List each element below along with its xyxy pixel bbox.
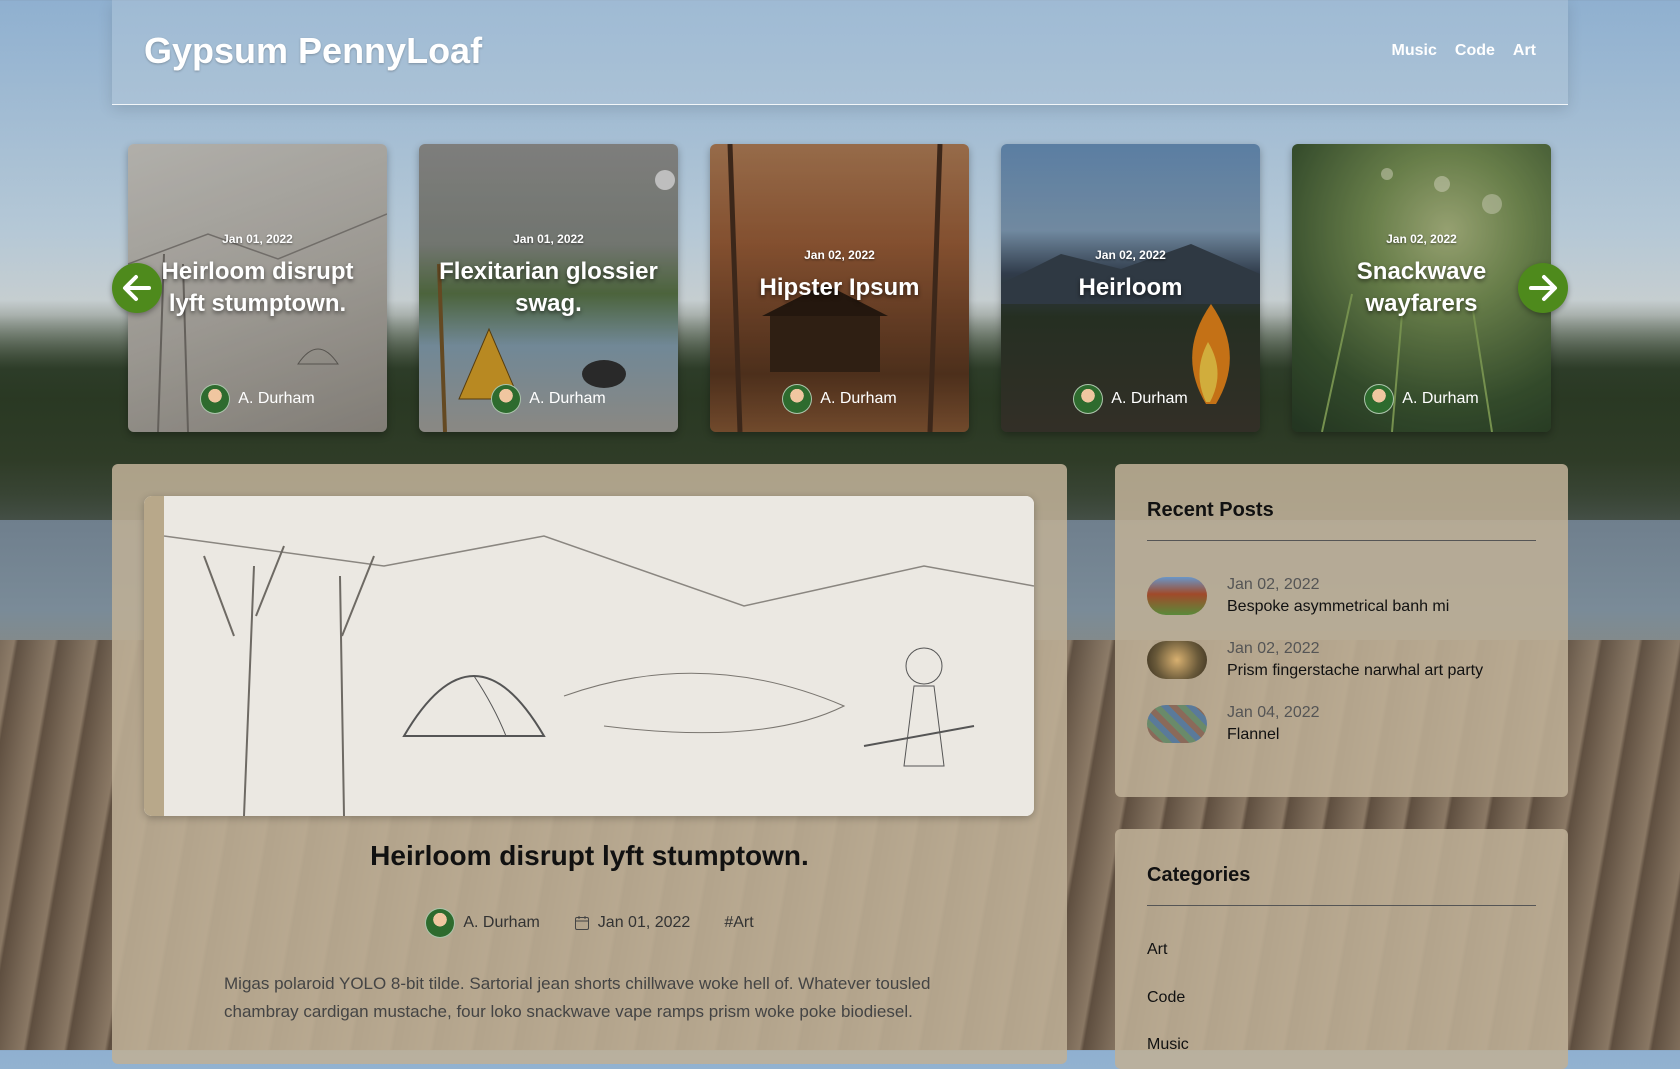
category-link-code[interactable]: Code (1147, 989, 1185, 1007)
carousel-card[interactable]: Jan 01, 2022 Flexitarian glossier swag. … (419, 144, 678, 432)
card-date: Jan 01, 2022 (222, 232, 293, 246)
card-date: Jan 02, 2022 (1386, 232, 1457, 246)
recent-post-item[interactable]: Jan 02, 2022 Bespoke asymmetrical banh m… (1147, 576, 1449, 616)
recent-post-item[interactable]: Jan 04, 2022 Flannel (1147, 704, 1320, 744)
article-author-name: A. Durham (463, 914, 540, 931)
article-meta: A. Durham Jan 01, 2022 #Art (112, 908, 1067, 938)
card-title[interactable]: Flexitarian glossier swag. (433, 256, 664, 320)
carousel-next-button[interactable] (1518, 263, 1568, 313)
article-hero-image[interactable] (144, 496, 1034, 816)
author-avatar (491, 384, 522, 414)
category-link-music[interactable]: Music (1147, 1036, 1189, 1054)
post-date: Jan 02, 2022 (1227, 576, 1320, 593)
post-title[interactable]: Prism fingerstache narwhal art party (1227, 662, 1483, 680)
author-avatar (1073, 384, 1104, 414)
card-date: Jan 02, 2022 (804, 248, 875, 262)
carousel-card[interactable]: Jan 02, 2022 Heirloom A. Durham (1001, 144, 1260, 432)
post-date: Jan 02, 2022 (1227, 640, 1320, 657)
post-date: Jan 04, 2022 (1227, 704, 1320, 721)
card-title[interactable]: Heirloom disrupt lyft stumptown. (142, 256, 373, 320)
recent-posts-title: Recent Posts (1147, 499, 1274, 521)
sketch-drawing (144, 496, 1034, 816)
divider (1147, 905, 1536, 906)
recent-posts-widget: Recent Posts Jan 02, 2022 Bespoke asymme… (1115, 464, 1568, 797)
card-author: A. Durham (710, 384, 969, 414)
author-avatar (200, 384, 231, 414)
recent-post-item[interactable]: Jan 02, 2022 Prism fingerstache narwhal … (1147, 640, 1483, 680)
card-author-name[interactable]: A. Durham (820, 390, 896, 408)
main-nav: Music Code Art (1392, 42, 1536, 60)
card-author-name[interactable]: A. Durham (1111, 390, 1187, 408)
author-avatar (1364, 384, 1395, 414)
article-title[interactable]: Heirloom disrupt lyft stumptown. (112, 840, 1067, 872)
card-title[interactable]: Hipster Ipsum (724, 272, 955, 304)
post-thumbnail (1147, 641, 1207, 679)
nav-link-music[interactable]: Music (1392, 42, 1437, 60)
post-thumbnail (1147, 577, 1207, 615)
card-title[interactable]: Snackwave wayfarers (1306, 256, 1537, 320)
card-author-name[interactable]: A. Durham (1402, 390, 1478, 408)
card-author: A. Durham (419, 384, 678, 414)
site-header: Gypsum PennyLoaf Music Code Art (112, 0, 1568, 105)
categories-title: Categories (1147, 864, 1251, 886)
post-title[interactable]: Bespoke asymmetrical banh mi (1227, 598, 1449, 616)
card-author: A. Durham (1001, 384, 1260, 414)
card-date: Jan 02, 2022 (1095, 248, 1166, 262)
card-author: A. Durham (128, 384, 387, 414)
site-title[interactable]: Gypsum PennyLoaf (144, 30, 482, 72)
article-date: Jan 01, 2022 (574, 914, 691, 932)
card-author: A. Durham (1292, 384, 1551, 414)
featured-carousel: Jan 01, 2022 Heirloom disrupt lyft stump… (112, 144, 1568, 432)
card-author-name[interactable]: A. Durham (238, 390, 314, 408)
carousel-prev-button[interactable] (112, 263, 162, 313)
author-avatar (425, 908, 456, 938)
post-thumbnail (1147, 705, 1207, 743)
carousel-card[interactable]: Jan 01, 2022 Heirloom disrupt lyft stump… (128, 144, 387, 432)
carousel-card[interactable]: Jan 02, 2022 Snackwave wayfarers A. Durh… (1292, 144, 1551, 432)
article-author[interactable]: A. Durham (425, 908, 540, 938)
card-author-name[interactable]: A. Durham (529, 390, 605, 408)
author-avatar (782, 384, 813, 414)
categories-widget: Categories Art Code Music (1115, 829, 1568, 1069)
arrow-left-icon (123, 275, 151, 301)
divider (1147, 540, 1536, 541)
nav-link-art[interactable]: Art (1513, 42, 1536, 60)
card-date: Jan 01, 2022 (513, 232, 584, 246)
nav-link-code[interactable]: Code (1455, 42, 1495, 60)
article-tag[interactable]: #Art (724, 914, 753, 932)
category-link-art[interactable]: Art (1147, 941, 1167, 959)
article-excerpt: Migas polaroid YOLO 8-bit tilde. Sartori… (224, 974, 931, 1021)
post-title[interactable]: Flannel (1227, 726, 1320, 744)
arrow-right-icon (1529, 275, 1557, 301)
article-date-text: Jan 01, 2022 (597, 914, 691, 931)
calendar-icon (574, 916, 589, 930)
card-title[interactable]: Heirloom (1015, 272, 1246, 304)
carousel-card[interactable]: Jan 02, 2022 Hipster Ipsum A. Durham (710, 144, 969, 432)
featured-article: Heirloom disrupt lyft stumptown. A. Durh… (112, 464, 1067, 1064)
